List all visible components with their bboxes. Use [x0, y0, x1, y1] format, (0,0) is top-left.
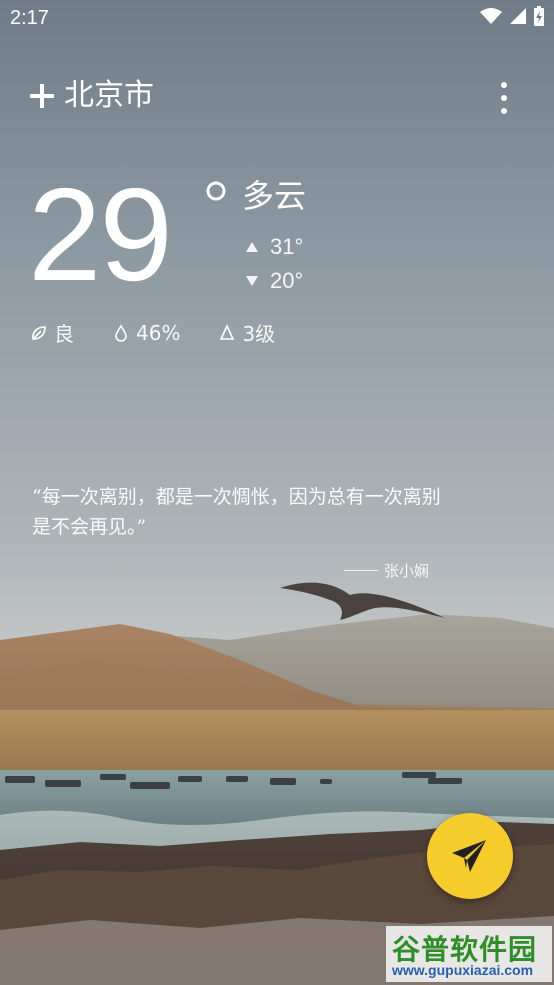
author-dash [344, 570, 378, 571]
air-quality-value: 良 [54, 322, 74, 346]
humidity-stat: 46% [112, 321, 180, 345]
degree-symbol-icon [206, 181, 226, 201]
humidity-value: 46% [136, 320, 181, 345]
air-quality-stat: 良 [30, 318, 74, 347]
quote-author: 张小娴 [384, 562, 430, 580]
current-temperature: 29 [28, 161, 173, 308]
high-temperature-row: 31° [246, 234, 303, 260]
city-name[interactable]: 北京市 [64, 76, 154, 116]
battery-charging-icon [534, 6, 544, 26]
site-watermark: 谷普软件园 www.gupuxiazai.com [386, 926, 552, 982]
leaf-icon [32, 325, 46, 340]
low-temperature-row: 20° [246, 268, 303, 294]
high-temperature: 31° [270, 234, 304, 259]
quote-author-row: 张小娴 [344, 560, 429, 581]
plus-icon[interactable] [28, 82, 56, 110]
wind-flag-icon [220, 323, 235, 340]
status-bar-icons [480, 6, 544, 26]
arrow-up-icon [246, 242, 258, 252]
wind-stat: 3级 [218, 318, 275, 347]
more-vertical-icon[interactable] [494, 80, 514, 116]
status-bar-time: 2:17 [10, 7, 49, 29]
watermark-url: www.gupuxiazai.com [392, 962, 534, 978]
cellular-signal-icon [510, 8, 526, 24]
arrow-down-icon [246, 276, 258, 286]
water-drop-icon [115, 323, 127, 342]
wifi-icon [480, 8, 502, 24]
weather-stats: 良 46% 3级 [30, 318, 313, 347]
weather-condition: 多云 [242, 177, 307, 215]
share-fab-button[interactable] [427, 813, 513, 899]
send-paper-plane-icon [452, 840, 486, 872]
daily-quote: “每一次离别，都是一次惆怅，因为总有一次离别是不会再见。” [32, 486, 441, 538]
low-temperature: 20° [270, 268, 304, 293]
wind-value: 3级 [242, 322, 276, 346]
